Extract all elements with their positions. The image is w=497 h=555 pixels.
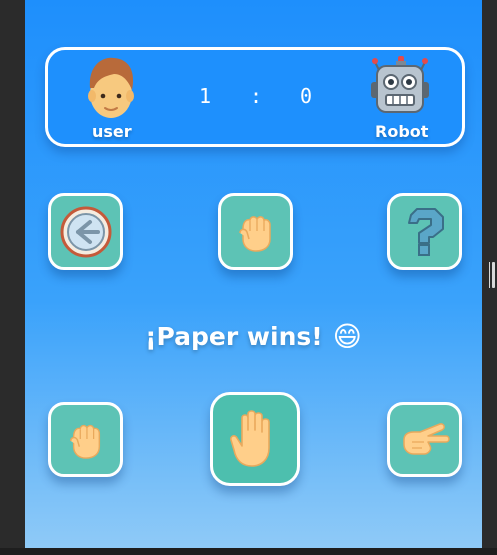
user-avatar: [84, 54, 138, 122]
rock-choice-button[interactable]: [48, 402, 123, 477]
robot-score: 0: [300, 84, 314, 108]
paper-choice-button[interactable]: [210, 392, 300, 486]
paper-hand-icon: [228, 410, 282, 468]
grinning-face-icon: 😄: [332, 320, 362, 353]
bottom-edge: [0, 548, 497, 555]
user-label: user: [92, 122, 132, 141]
back-arrow-icon: [60, 206, 112, 258]
robot-label: Robot: [375, 122, 429, 141]
rock-fist-icon: [66, 420, 106, 460]
question-mark-icon: [405, 207, 445, 257]
result-message: ¡Paper wins! 😄: [25, 320, 482, 353]
robot-avatar: [369, 56, 431, 116]
scissors-choice-button[interactable]: [387, 402, 462, 477]
window-edge-handle: [489, 262, 490, 288]
help-button[interactable]: [387, 193, 462, 270]
result-text: ¡Paper wins!: [145, 322, 323, 351]
robot-choice-display: [218, 193, 293, 270]
back-button[interactable]: [48, 193, 123, 270]
scoreboard: user 1 : 0 Robot: [45, 47, 465, 147]
rock-fist-icon: [235, 211, 277, 253]
game-screen: user 1 : 0 Robot ¡Paper wins! 😄: [25, 0, 482, 548]
score-separator: :: [250, 84, 264, 108]
scissors-hand-icon: [400, 420, 450, 460]
window-resize-handle[interactable]: [492, 262, 495, 288]
user-score: 1: [199, 84, 213, 108]
